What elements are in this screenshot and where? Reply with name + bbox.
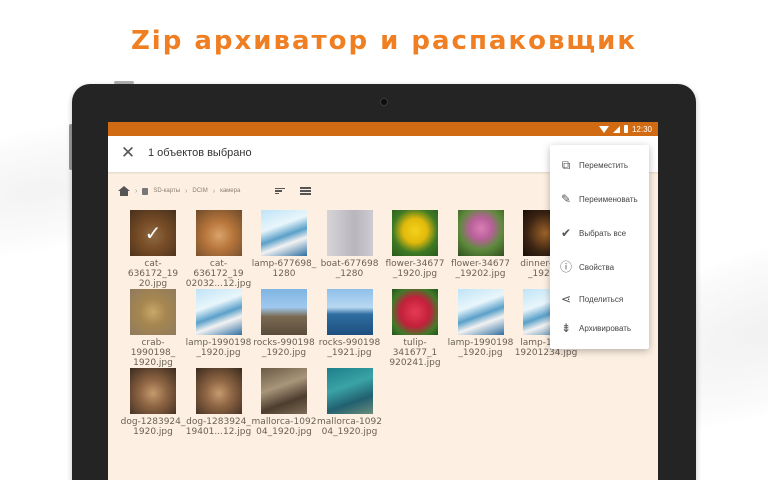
menu-item-label: Выбрать все	[579, 228, 627, 238]
sort-icon[interactable]	[275, 187, 286, 195]
promo-headline: Zip архиватор и распаковщик	[130, 26, 638, 56]
file-name: lamp-677698_ 1280	[251, 259, 317, 279]
file-tile[interactable]: boat-677698 _1280	[317, 210, 383, 279]
file-tile[interactable]: rocks-990198 _1920.jpg	[251, 289, 317, 358]
status-icons: 12:30	[598, 123, 652, 135]
file-tile[interactable]: rocks-990198 _1921.jpg	[317, 289, 383, 358]
chevron-right-icon: ›	[135, 187, 138, 195]
file-tile[interactable]: dog-1283924_ 1920.jpg	[120, 368, 186, 437]
file-thumbnail	[195, 368, 242, 414]
file-name: dog-1283924_ 1920.jpg	[120, 417, 186, 437]
menu-item-share[interactable]: ⋖ Поделиться	[550, 287, 649, 311]
file-name: cat-636172_19 02032...12.jpg	[185, 259, 252, 289]
file-tile[interactable]: dog-1283924_ 19401...12.jpg	[186, 368, 252, 437]
file-tile[interactable]: crab-1990198_ 1920.jpg	[120, 289, 186, 368]
tablet-camera	[380, 98, 388, 106]
file-name: lamp-1990198 _1920.jpg	[185, 338, 252, 358]
context-menu: ⧉ Переместить ✎ Переименовать ✔ Выбрать …	[550, 145, 649, 349]
file-tile[interactable]: mallorca-1092 04_1920.jpg	[251, 368, 317, 437]
file-tile[interactable]: flower-34677 _19202.jpg	[448, 210, 514, 279]
info-icon: ⓘ	[559, 260, 572, 274]
move-icon: ⧉	[561, 158, 571, 172]
signal-icon	[612, 125, 620, 133]
menu-item-label: Переместить	[579, 160, 629, 170]
status-bar: 12:30	[108, 122, 658, 136]
file-thumbnail	[392, 289, 438, 335]
breadcrumb-item-camera[interactable]: камера	[220, 188, 240, 194]
breadcrumb: › SD-карты › DCIM › камера	[118, 184, 312, 198]
file-thumbnail	[457, 210, 504, 256]
sd-card-icon	[142, 187, 149, 195]
file-thumbnail	[261, 210, 307, 256]
file-tile[interactable]: lamp-1990198 _1920.jpg	[448, 289, 514, 358]
checkmark-icon: ✓	[130, 210, 176, 256]
file-name: rocks-990198 _1921.jpg	[318, 338, 381, 358]
share-icon: ⋖	[560, 292, 572, 306]
chevron-right-icon: ›	[185, 187, 188, 195]
menu-item-archive[interactable]: ⇟ Архивировать	[550, 316, 649, 340]
file-tile[interactable]: mallorca-1092 04_1920.jpg	[317, 368, 383, 437]
chevron-right-icon: ›	[212, 187, 216, 195]
select-all-icon: ✔	[560, 226, 572, 240]
file-name: flower-34677 _1920.jpg	[385, 259, 445, 279]
menu-item-move[interactable]: ⧉ Переместить	[550, 153, 649, 177]
file-name: dog-1283924_ 19401...12.jpg	[185, 417, 252, 437]
home-icon[interactable]	[118, 186, 130, 196]
file-name: mallorca-1092 04_1920.jpg	[317, 417, 382, 437]
file-thumbnail	[130, 289, 176, 335]
file-tile[interactable]: lamp-1990198 _1920.jpg	[186, 289, 252, 358]
file-thumbnail: ✓	[130, 210, 176, 256]
file-tile[interactable]: tulip-341677_1 920241.jpg	[382, 289, 448, 368]
file-tile[interactable]: cat-636172_19 02032...12.jpg	[186, 210, 252, 289]
file-name: tulip-341677_1 920241.jpg	[389, 338, 441, 368]
file-tile[interactable]: ✓ cat-636172_19 20.jpg	[120, 210, 186, 289]
file-name: lamp-1990198 _1920.jpg	[447, 338, 514, 358]
file-tile[interactable]: flower-34677 _1920.jpg	[382, 210, 448, 279]
archive-icon: ⇟	[560, 321, 572, 335]
selection-title: 1 объектов выбрано	[148, 147, 252, 159]
file-thumbnail	[457, 289, 504, 335]
menu-item-label: Свойства	[579, 262, 615, 272]
file-name: rocks-990198 _1920.jpg	[253, 338, 315, 358]
menu-item-label: Переименовать	[579, 194, 638, 204]
breadcrumb-item-sd[interactable]: SD-карты	[153, 188, 180, 194]
file-thumbnail	[326, 368, 373, 414]
status-time: 12:30	[631, 124, 652, 134]
close-icon[interactable]: ✕	[118, 143, 138, 163]
file-thumbnail	[326, 210, 373, 256]
file-tile[interactable]: lamp-677698_ 1280	[251, 210, 317, 279]
file-thumbnail	[130, 368, 176, 414]
wifi-icon	[598, 125, 609, 133]
file-name: mallorca-1092 04_1920.jpg	[251, 417, 317, 437]
battery-icon	[623, 125, 628, 133]
file-name: boat-677698 _1280	[320, 259, 379, 279]
file-thumbnail	[392, 210, 438, 256]
menu-item-label: Архивировать	[579, 323, 632, 333]
menu-item-label: Поделиться	[579, 294, 624, 304]
file-thumbnail	[195, 210, 242, 256]
file-thumbnail	[261, 289, 307, 335]
file-name: cat-636172_19 20.jpg	[127, 259, 179, 289]
menu-item-select-all[interactable]: ✔ Выбрать все	[550, 221, 649, 245]
pencil-icon: ✎	[560, 192, 572, 206]
file-thumbnail	[326, 289, 373, 335]
menu-item-properties[interactable]: ⓘ Свойства	[550, 255, 649, 279]
breadcrumb-item-dcim[interactable]: DCIM	[192, 188, 207, 194]
file-name: crab-1990198_ 1920.jpg	[130, 338, 176, 368]
list-view-icon[interactable]	[300, 187, 312, 195]
menu-item-rename[interactable]: ✎ Переименовать	[550, 187, 649, 211]
file-thumbnail	[195, 289, 242, 335]
file-name: flower-34677 _19202.jpg	[450, 259, 511, 279]
file-thumbnail	[261, 368, 307, 414]
